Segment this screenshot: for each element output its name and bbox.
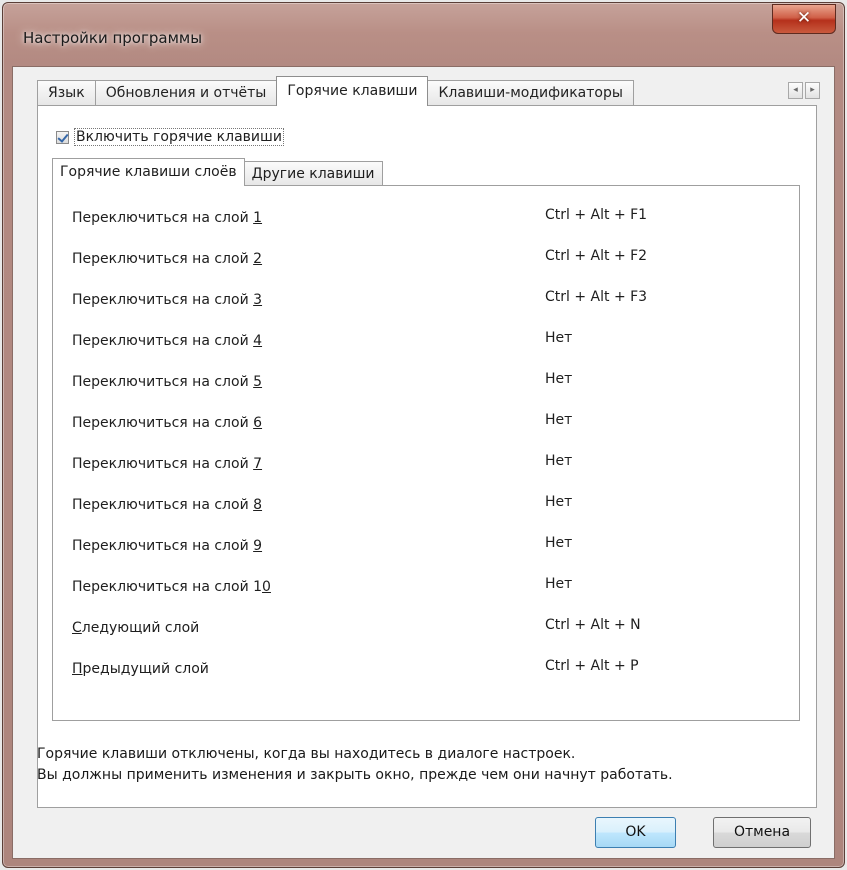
enable-hotkeys-row[interactable]: Включить горячие клавиши bbox=[56, 128, 284, 146]
hotkey-shortcut[interactable]: Нет bbox=[545, 412, 572, 428]
ok-button[interactable]: OK bbox=[595, 817, 676, 848]
hotkey-shortcut[interactable]: Ctrl + Alt + P bbox=[545, 658, 639, 674]
scroll-right-icon[interactable]: ▸ bbox=[805, 82, 820, 99]
tab-other-keys[interactable]: Другие клавиши bbox=[243, 161, 383, 186]
hotkey-action: Переключиться на слой 5 bbox=[72, 374, 263, 390]
hotkey-action: Следующий слой bbox=[72, 620, 200, 636]
hotkey-row[interactable]: Переключиться на слой 3 Ctrl + Alt + F3 bbox=[72, 289, 772, 316]
tab-scroll-buttons: ◂ ▸ bbox=[788, 82, 820, 99]
hotkey-action: Предыдущий слой bbox=[72, 661, 209, 677]
close-icon: ✕ bbox=[796, 8, 812, 28]
hotkey-row[interactable]: Предыдущий слой Ctrl + Alt + P bbox=[72, 658, 772, 685]
cancel-button[interactable]: Отмена bbox=[713, 817, 811, 848]
scroll-left-icon[interactable]: ◂ bbox=[788, 82, 803, 99]
note-line-2: Вы должны применить изменения и закрыть … bbox=[37, 767, 673, 783]
hotkey-row[interactable]: Переключиться на слой 7 Нет bbox=[72, 453, 772, 480]
tab-hotkeys[interactable]: Горячие клавиши bbox=[276, 76, 429, 106]
hotkey-row[interactable]: Переключиться на слой 9 Нет bbox=[72, 535, 772, 562]
tab-updates-reports[interactable]: Обновления и отчёты bbox=[94, 80, 278, 106]
hotkey-shortcut[interactable]: Ctrl + Alt + F2 bbox=[545, 248, 647, 264]
enable-hotkeys-label[interactable]: Включить горячие клавиши bbox=[74, 128, 284, 146]
hotkey-action: Переключиться на слой 8 bbox=[72, 497, 263, 513]
hotkey-shortcut[interactable]: Ctrl + Alt + F3 bbox=[545, 289, 647, 305]
dialog-client-area: Язык Обновления и отчёты Горячие клавиши… bbox=[12, 66, 835, 859]
hotkeys-note: Горячие клавиши отключены, когда вы нахо… bbox=[37, 744, 673, 786]
hotkey-shortcut[interactable]: Нет bbox=[545, 576, 572, 592]
hotkey-shortcut[interactable]: Ctrl + Alt + F1 bbox=[545, 207, 647, 223]
hotkey-action: Переключиться на слой 9 bbox=[72, 538, 263, 554]
main-tab-strip: Язык Обновления и отчёты Горячие клавиши… bbox=[37, 76, 634, 106]
hotkey-action: Переключиться на слой 3 bbox=[72, 292, 263, 308]
hotkey-action: Переключиться на слой 6 bbox=[72, 415, 263, 431]
hotkey-row[interactable]: Переключиться на слой 10 Нет bbox=[72, 576, 772, 603]
tab-language[interactable]: Язык bbox=[37, 80, 96, 106]
note-line-1: Горячие клавиши отключены, когда вы нахо… bbox=[37, 746, 576, 762]
hotkey-row[interactable]: Переключиться на слой 6 Нет bbox=[72, 412, 772, 439]
hotkey-action: Переключиться на слой 7 bbox=[72, 456, 263, 472]
enable-hotkeys-checkbox[interactable] bbox=[56, 130, 69, 144]
hotkey-row[interactable]: Переключиться на слой 1 Ctrl + Alt + F1 bbox=[72, 207, 772, 234]
hotkey-shortcut[interactable]: Нет bbox=[545, 535, 572, 551]
inner-tab-strip: Горячие клавиши слоёв Другие клавиши bbox=[52, 158, 383, 186]
hotkey-row[interactable]: Переключиться на слой 2 Ctrl + Alt + F2 bbox=[72, 248, 772, 275]
window-title: Настройки программы bbox=[23, 29, 203, 47]
hotkey-action: Переключиться на слой 4 bbox=[72, 333, 263, 349]
close-button[interactable]: ✕ bbox=[772, 4, 836, 34]
layer-hotkeys-list: Переключиться на слой 1 Ctrl + Alt + F1 … bbox=[52, 185, 800, 721]
hotkeys-tab-panel: Включить горячие клавиши Горячие клавиши… bbox=[37, 105, 817, 808]
hotkey-shortcut[interactable]: Нет bbox=[545, 494, 572, 510]
hotkey-action: Переключиться на слой 10 bbox=[72, 579, 271, 595]
tab-layer-hotkeys[interactable]: Горячие клавиши слоёв bbox=[52, 158, 245, 186]
hotkey-shortcut[interactable]: Нет bbox=[545, 371, 572, 387]
hotkey-shortcut[interactable]: Нет bbox=[545, 453, 572, 469]
title-bar[interactable]: Настройки программы ✕ bbox=[3, 3, 844, 65]
hotkey-row[interactable]: Следующий слой Ctrl + Alt + N bbox=[72, 617, 772, 644]
hotkey-shortcut[interactable]: Нет bbox=[545, 330, 572, 346]
hotkey-row[interactable]: Переключиться на слой 5 Нет bbox=[72, 371, 772, 398]
tab-modifier-keys[interactable]: Клавиши-модификаторы bbox=[427, 80, 634, 106]
hotkey-shortcut[interactable]: Ctrl + Alt + N bbox=[545, 617, 641, 633]
settings-dialog: Настройки программы ✕ Язык Обновления и … bbox=[2, 2, 845, 868]
hotkey-row[interactable]: Переключиться на слой 4 Нет bbox=[72, 330, 772, 357]
hotkey-row[interactable]: Переключиться на слой 8 Нет bbox=[72, 494, 772, 521]
hotkey-action: Переключиться на слой 1 bbox=[72, 210, 263, 226]
hotkey-action: Переключиться на слой 2 bbox=[72, 251, 263, 267]
